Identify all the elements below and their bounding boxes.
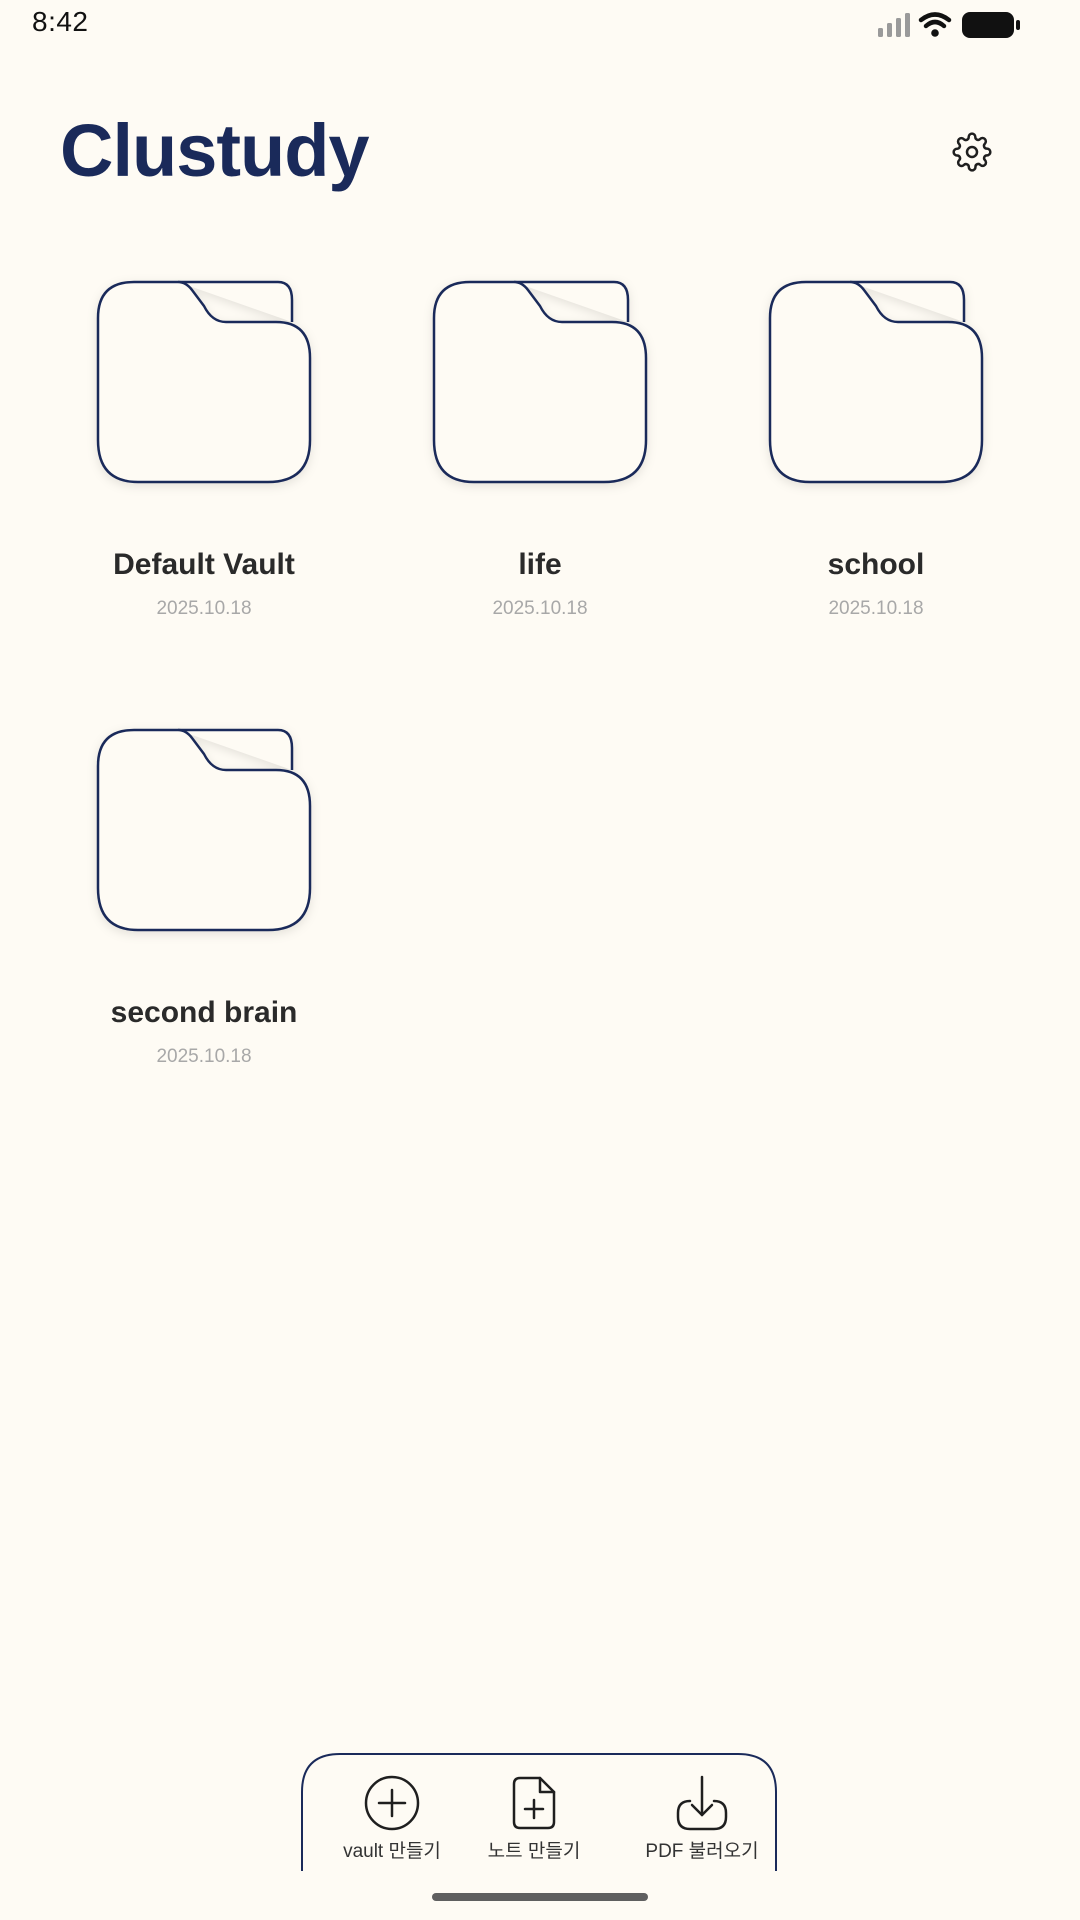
create-note-button[interactable]: 노트 만들기 <box>464 1772 604 1872</box>
vault-item-life[interactable]: life 2025.10.18 <box>386 280 686 660</box>
vault-date: 2025.10.18 <box>492 598 588 619</box>
settings-button[interactable] <box>948 128 996 176</box>
status-bar: 8:42 <box>0 0 1080 48</box>
vault-name: life <box>518 548 562 581</box>
battery-icon <box>962 12 1020 38</box>
gear-icon <box>952 132 992 172</box>
import-pdf-button[interactable]: PDF 불러오기 <box>632 1772 772 1872</box>
file-plus-icon <box>512 1776 556 1830</box>
folder-icon <box>432 280 648 486</box>
status-time: 8:42 <box>32 6 89 37</box>
folder-icon <box>96 728 312 934</box>
signal-bars-icon <box>878 13 910 37</box>
vault-name: second brain <box>110 996 298 1029</box>
status-icons <box>878 10 1024 40</box>
vault-name: school <box>827 548 925 581</box>
app-title: Clustudy <box>60 109 370 192</box>
folder-icon <box>768 280 984 486</box>
wifi-icon <box>918 12 952 37</box>
home-indicator[interactable] <box>432 1893 648 1901</box>
create-vault-button[interactable]: vault 만들기 <box>322 1772 462 1872</box>
folder-icon <box>96 280 312 486</box>
vault-date: 2025.10.18 <box>156 598 252 619</box>
plus-circle-icon <box>364 1775 420 1831</box>
vault-item-school[interactable]: school 2025.10.18 <box>722 280 1022 660</box>
bottom-action-bar: vault 만들기 노트 만들기 PDF 불러오기 <box>300 1752 778 1872</box>
download-icon <box>676 1775 728 1831</box>
vault-date: 2025.10.18 <box>156 1046 252 1067</box>
vault-item-second-brain[interactable]: second brain 2025.10.18 <box>50 728 350 1108</box>
vault-name: Default Vault <box>113 548 295 581</box>
import-pdf-label: PDF 불러오기 <box>645 1841 759 1862</box>
vault-item-default-vault[interactable]: Default Vault 2025.10.18 <box>50 280 350 660</box>
create-note-label: 노트 만들기 <box>487 1841 581 1862</box>
vault-date: 2025.10.18 <box>828 598 924 619</box>
